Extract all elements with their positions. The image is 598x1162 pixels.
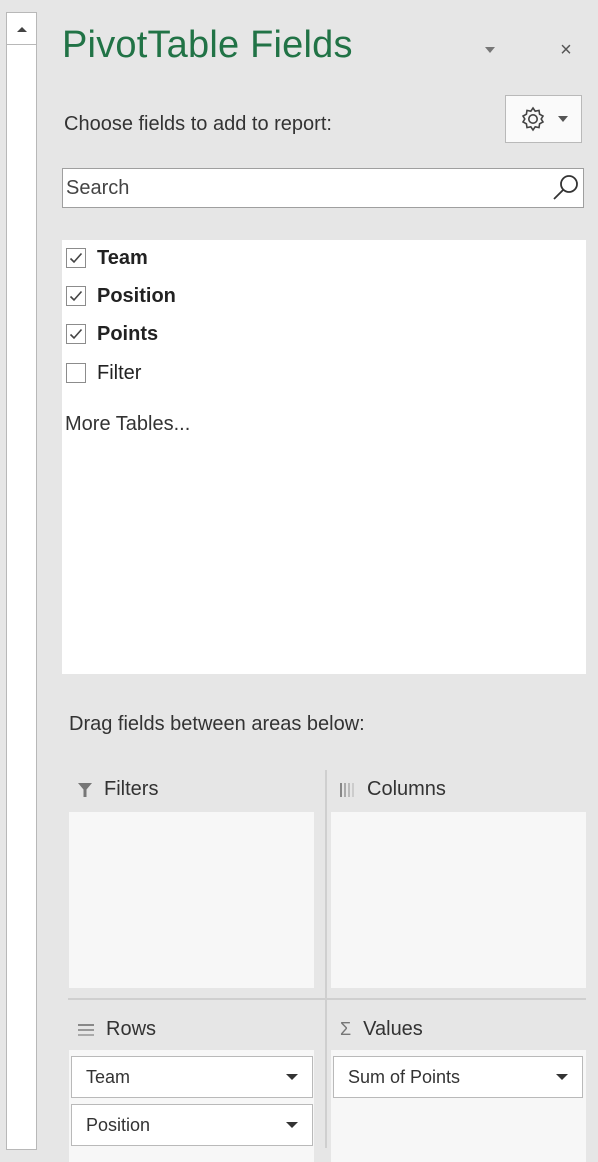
search-input[interactable]: [63, 169, 543, 207]
checkmark-icon: [69, 252, 83, 264]
field-item-team[interactable]: Team: [66, 244, 148, 272]
rows-icon: [78, 1023, 94, 1036]
more-tables-link[interactable]: More Tables...: [65, 413, 190, 436]
gear-icon: [521, 106, 544, 132]
scroll-up-button[interactable]: [7, 13, 36, 45]
filters-area-label: Filters: [104, 778, 159, 800]
scroll-up-arrow-icon: [16, 26, 27, 32]
values-field-sum-of-points[interactable]: Sum of Points: [333, 1056, 583, 1098]
checkmark-icon: [69, 290, 83, 302]
area-divider-horizontal: [68, 998, 586, 1000]
close-icon: ×: [560, 38, 572, 61]
rows-area-header: Rows: [78, 1018, 156, 1041]
rows-field-position[interactable]: Position: [71, 1104, 313, 1146]
chevron-down-icon: [557, 116, 568, 122]
field-label: Points: [97, 322, 159, 345]
search-box[interactable]: [62, 168, 584, 208]
search-icon[interactable]: [551, 173, 581, 203]
filters-drop-area[interactable]: [69, 812, 314, 988]
field-item-points[interactable]: Points: [66, 320, 158, 348]
chevron-down-icon[interactable]: [556, 1074, 568, 1080]
field-label: Team: [97, 246, 148, 269]
field-checkbox-points[interactable]: [66, 324, 86, 344]
field-checkbox-position[interactable]: [66, 286, 86, 306]
pane-options-button[interactable]: [478, 42, 502, 58]
sigma-icon: Σ: [340, 1019, 352, 1039]
values-drop-area[interactable]: Sum of Points: [331, 1050, 586, 1162]
drag-fields-label: Drag fields between areas below:: [69, 713, 365, 735]
field-label: Position: [97, 284, 176, 307]
field-checkbox-filter[interactable]: [66, 363, 86, 383]
chevron-down-icon[interactable]: [286, 1122, 298, 1128]
choose-fields-label: Choose fields to add to report:: [64, 113, 332, 135]
values-area-label: Values: [363, 1018, 423, 1040]
chevron-down-icon[interactable]: [286, 1074, 298, 1080]
chip-label: Team: [86, 1066, 131, 1087]
field-label: Filter: [97, 361, 142, 384]
rows-field-team[interactable]: Team: [71, 1056, 313, 1098]
checkmark-icon: [69, 328, 83, 340]
columns-area-label: Columns: [367, 778, 446, 800]
field-list: Team Position Points Filter More Tables.…: [62, 240, 586, 674]
filters-area-header: Filters: [78, 778, 158, 801]
chip-label: Position: [86, 1114, 151, 1135]
close-button[interactable]: ×: [554, 38, 578, 62]
panel-title: PivotTable Fields: [62, 24, 353, 66]
vertical-scrollbar[interactable]: [6, 12, 37, 1150]
columns-icon: [340, 782, 354, 797]
chevron-down-icon: [485, 47, 495, 53]
rows-drop-area[interactable]: Team Position: [69, 1050, 314, 1162]
filter-icon: [78, 782, 92, 797]
columns-area-header: Columns: [340, 778, 446, 801]
chip-label: Sum of Points: [348, 1066, 461, 1087]
field-list-tools-button[interactable]: [505, 95, 582, 143]
field-item-position[interactable]: Position: [66, 282, 176, 310]
values-area-header: Σ Values: [340, 1018, 423, 1041]
rows-area-label: Rows: [106, 1018, 157, 1040]
field-checkbox-team[interactable]: [66, 248, 86, 268]
columns-drop-area[interactable]: [331, 812, 586, 988]
area-divider-vertical: [325, 770, 327, 1148]
field-item-filter[interactable]: Filter: [66, 359, 141, 387]
